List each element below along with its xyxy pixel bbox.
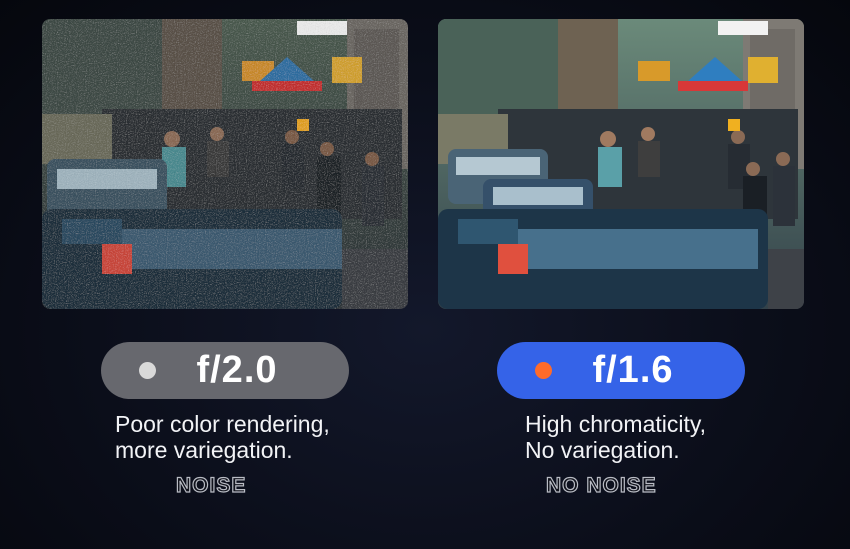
noise-tag: NOISE	[175, 473, 247, 497]
clean-street-photo	[438, 19, 804, 309]
description-line: High chromaticity,	[525, 411, 707, 437]
description-line: No variegation.	[525, 437, 680, 463]
no-noise-tag: NO NOISE	[545, 473, 657, 497]
aperture-label: f/1.6	[592, 349, 674, 391]
description-line: more variegation.	[115, 437, 293, 463]
indicator-dot-icon	[139, 362, 156, 379]
aperture-label: f/2.0	[196, 349, 278, 391]
description-line: Poor color rendering,	[115, 411, 330, 437]
indicator-dot-icon	[535, 362, 552, 379]
no-noise-description: High chromaticity, No variegation.	[525, 411, 706, 463]
noise-description: Poor color rendering, more variegation.	[115, 411, 330, 463]
aperture-badge-f2-0: f/2.0	[101, 342, 349, 399]
aperture-badge-f1-6: f/1.6	[497, 342, 745, 399]
noisy-street-photo	[42, 19, 408, 309]
